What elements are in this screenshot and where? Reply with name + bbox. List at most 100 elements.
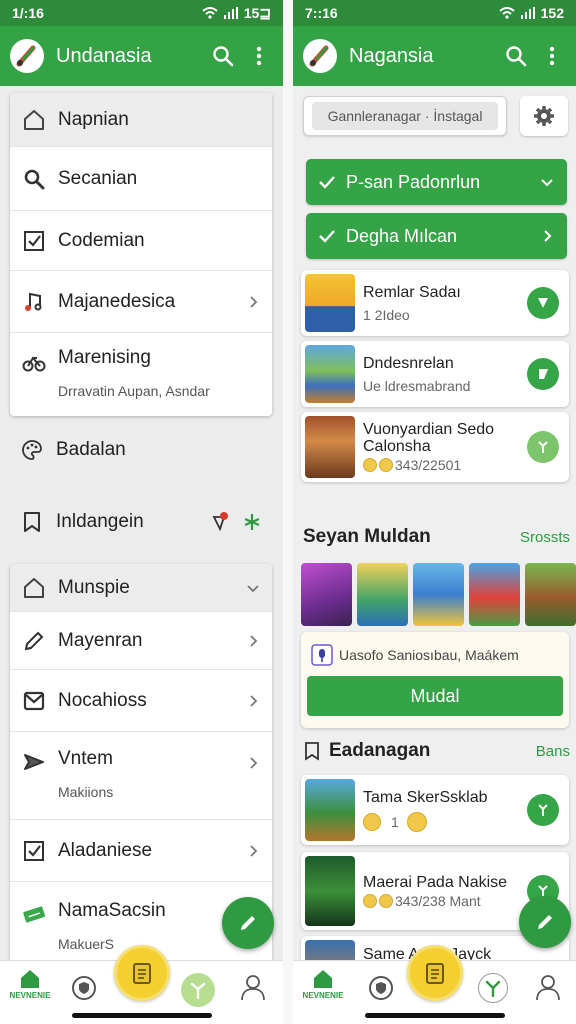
coin-icon xyxy=(379,458,393,472)
nav-leaf[interactable] xyxy=(180,973,216,1007)
menu-item-mail[interactable]: Nocahioss xyxy=(10,670,272,732)
menu-item-label: Aladaniese xyxy=(58,839,153,861)
coin-icon xyxy=(406,811,427,832)
wifi-icon xyxy=(202,7,218,19)
game-title: Tama SkerSsklab xyxy=(363,788,488,806)
search-button[interactable] xyxy=(502,42,530,70)
game-action-button[interactable] xyxy=(527,358,559,390)
divider xyxy=(283,0,293,1024)
game-card[interactable]: Remlar Sadaı 1 2Ideo xyxy=(301,270,569,336)
app-logo[interactable] xyxy=(10,39,44,73)
chevron-right-icon xyxy=(250,844,258,857)
game-subtitle: 343/238 Mant xyxy=(395,892,481,909)
search-field[interactable]: Gannleranagar · İnstagal xyxy=(303,96,507,136)
signal-icon xyxy=(520,7,535,19)
leaf-icon xyxy=(538,298,548,308)
user-icon xyxy=(536,975,560,1001)
menu-item-label: Nocahioss xyxy=(58,689,147,711)
section-see-all-link[interactable]: Bans xyxy=(536,743,570,760)
nav-shield[interactable] xyxy=(365,975,397,1001)
list-action-button[interactable] xyxy=(527,794,559,826)
menu-item-search[interactable]: Secanian xyxy=(10,147,272,211)
menu-item-media[interactable]: Majanedesica xyxy=(10,271,272,333)
paintbrush-logo-icon xyxy=(309,45,329,67)
game-action-button[interactable] xyxy=(527,287,559,319)
paintbrush-logo-icon xyxy=(16,45,36,67)
user-icon xyxy=(241,975,265,1001)
list-card[interactable]: Tama SkerSsklab 1 xyxy=(301,775,569,845)
game-subtitle: Ue ldresmabrand xyxy=(363,377,471,394)
featured-thumbnail[interactable] xyxy=(301,563,352,626)
emoji-icon xyxy=(363,812,381,831)
microphone-icon xyxy=(311,644,333,666)
clipboard-icon xyxy=(425,963,444,984)
more-options-button[interactable] xyxy=(245,42,273,70)
menu-item-label: Marenising xyxy=(58,347,151,368)
signal-icon xyxy=(223,7,238,19)
more-options-button[interactable] xyxy=(538,42,566,70)
chevron-right-icon xyxy=(250,694,258,707)
nav-profile[interactable] xyxy=(533,973,563,1001)
app-bar: Nagansia xyxy=(293,26,576,86)
settings-button[interactable] xyxy=(520,96,568,136)
featured-thumbnail[interactable] xyxy=(357,563,408,626)
menu-item-home[interactable]: Napnian xyxy=(10,93,272,147)
search-input[interactable]: Gannleranagar · İnstagal xyxy=(312,102,498,130)
search-button[interactable] xyxy=(209,42,237,70)
green-button-secondary[interactable]: Degha Mılcan xyxy=(306,213,567,259)
menu-item-palette[interactable]: Badalan xyxy=(10,430,272,470)
menu-item-label: Mayenran xyxy=(58,629,143,651)
menu-item-activity[interactable]: Marenising Drravatin Aupan, Asndar xyxy=(10,333,272,416)
menu-item-label: Napnian xyxy=(58,108,129,130)
status-time: 1/:16 xyxy=(12,5,44,21)
right-screen: 7::16 152 Nagansia Gannleranagar · İnsta… xyxy=(293,0,576,1024)
green-button-label: Degha Mılcan xyxy=(346,225,458,246)
nav-center-action[interactable] xyxy=(113,945,170,1001)
menu-item-tasks[interactable]: Aladaniese xyxy=(10,820,272,882)
game-card[interactable]: Vuonyardian Sedo Calonsha 343/22501 xyxy=(301,412,569,482)
nav-profile[interactable] xyxy=(238,973,268,1001)
featured-thumbnail[interactable] xyxy=(469,563,520,626)
menu-item-bookmark[interactable]: Inldangein xyxy=(10,502,272,542)
game-thumbnail xyxy=(305,856,355,926)
gear-icon xyxy=(534,106,554,126)
sprout-icon xyxy=(485,980,501,997)
menu-section-header[interactable]: Munspie xyxy=(10,564,272,612)
coin-icon xyxy=(363,893,377,908)
menu-item-label: Secanian xyxy=(58,167,138,189)
nav-shield[interactable] xyxy=(68,975,100,1001)
menu-item-subtitle: MakuerS xyxy=(58,936,115,952)
promo-button[interactable]: Mudal xyxy=(307,676,563,716)
menu-item-edit[interactable]: Mayenran xyxy=(10,612,272,670)
game-subtitle: 1 xyxy=(391,813,399,830)
more-vert-icon xyxy=(256,46,262,66)
pencil-icon xyxy=(538,915,552,929)
game-card[interactable]: Dndesnrelan Ue ldresmabrand xyxy=(301,341,569,407)
shield-icon xyxy=(72,976,96,1000)
green-button-label: P-san Padonrlun xyxy=(346,171,481,192)
nav-leaf[interactable] xyxy=(477,973,509,1003)
chevron-right-icon xyxy=(250,295,258,308)
sprout-icon xyxy=(538,441,548,453)
pencil-icon xyxy=(241,916,255,930)
cash-icon xyxy=(23,906,46,923)
nav-home[interactable]: NEVNENIE xyxy=(303,969,343,1000)
game-action-button[interactable] xyxy=(527,431,559,463)
game-thumbnail xyxy=(305,274,355,332)
menu-item-label: Majanedesica xyxy=(58,290,176,312)
section-see-all-link[interactable]: Srossts xyxy=(520,529,570,546)
compose-fab[interactable] xyxy=(222,897,274,949)
nav-home-label: NEVNENIE xyxy=(302,991,344,1000)
nav-center-action[interactable] xyxy=(406,945,463,1001)
coin-icon xyxy=(363,458,377,472)
featured-thumbnail[interactable] xyxy=(413,563,464,626)
menu-item-checklist[interactable]: Codemian xyxy=(10,211,272,271)
nav-home[interactable]: NEVNENIE xyxy=(10,969,50,1000)
green-button-primary[interactable]: P-san Padonrlun xyxy=(306,159,567,205)
game-thumbnail xyxy=(305,779,355,841)
compose-fab[interactable] xyxy=(519,896,571,948)
left-screen: 1/:16 15⊒ Undanasia Napnian Secanian Cod… xyxy=(0,0,283,1024)
featured-thumbnail[interactable] xyxy=(525,563,576,626)
menu-item-send[interactable]: Vntem Makiions xyxy=(10,732,272,820)
app-logo[interactable] xyxy=(303,39,337,73)
